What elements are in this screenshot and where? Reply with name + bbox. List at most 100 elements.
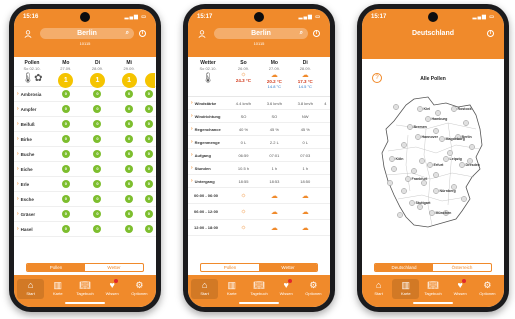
pollen-marker[interactable] [393,104,399,110]
signal-battery-icon: ▂▄▆ ▭ [298,14,321,20]
list-item[interactable]: › Birke 0 0 0 0 [14,132,156,147]
segment-pollen[interactable]: Pollen [201,264,259,271]
tab-wissen[interactable]: ♥ Wissen [273,279,300,299]
list-item[interactable]: › Windstärke 4.4 km/h 3.6 km/h 3.8 km/h 4 [188,97,330,110]
day-column[interactable]: Di 28.09. 1 [82,57,114,88]
germany-map[interactable]: Kiel RostockHamburgBremenBerlinHannover Ma… [376,95,490,231]
tab-start[interactable]: ⌂ Start [17,279,45,299]
pollen-marker[interactable] [433,172,439,178]
day-column[interactable]: So 26.09. ☼ 24.3 °C [228,57,259,96]
pollen-marker[interactable] [443,156,449,162]
list-item[interactable]: › Buche 0 0 0 0 [14,147,156,162]
search-icon: ⌕ [299,30,303,36]
segment-weather[interactable]: Wetter [85,264,143,271]
list-item[interactable]: › Regenchance 40 % 45 % 45 % [188,123,330,136]
tab-tagebuch[interactable]: 📖︎ Tagebuch [245,279,272,299]
segment-weather[interactable]: Wetter [259,264,317,271]
list-item[interactable]: › Ampfer 0 0 0 0 [14,102,156,117]
list-item[interactable]: › Ambrosia 0 0 0 0 [14,87,156,102]
list-item[interactable]: › Windrichtung SO SO NW [188,110,330,123]
list-item[interactable]: › Gräser 0 0 0 0 [14,207,156,222]
pollen-marker[interactable] [401,188,407,194]
pollen-name: Ampfer [20,106,37,112]
list-item[interactable]: › Hasel 0 0 0 0 [14,222,156,237]
info-icon[interactable]: i [139,30,146,37]
tab-wissen[interactable]: ♥ Wissen [99,279,126,299]
pollen-marker[interactable] [427,162,433,168]
list-item[interactable]: › Aufgang 06:59 07:01 07:03 [188,149,330,162]
pollen-marker[interactable] [397,212,403,218]
day-column[interactable]: Di 28.09. ☁ 17.3 °C 14.5 °C [290,57,321,96]
user-icon[interactable] [24,30,32,38]
list-item[interactable]: › Erle 0 0 0 0 [14,177,156,192]
pollen-marker[interactable] [405,176,411,182]
pollen-marker[interactable] [401,142,407,148]
day-column-partial [321,57,330,96]
tab-karte[interactable]: ▥ Karte [218,279,245,299]
city-search-field[interactable]: Berlin ⌕ [40,28,134,39]
pollen-marker[interactable] [409,200,415,206]
list-item[interactable]: › Stunden 10.5 h 1 h 1 h [188,162,330,175]
pollen-marker[interactable] [433,128,439,134]
pollen-marker[interactable] [407,124,413,130]
pollen-marker[interactable] [463,120,469,126]
tab-optionen[interactable]: ⚙ Optionen [300,279,327,299]
pollen-marker[interactable] [459,162,465,168]
pollen-marker[interactable] [391,166,397,172]
segment-austria[interactable]: Österreich [433,264,491,271]
pollen-marker[interactable] [433,188,439,194]
pollen-marker[interactable] [451,106,457,112]
pollen-marker[interactable] [415,134,421,140]
list-item[interactable]: › Beifuß 0 0 0 0 [14,117,156,132]
tab-label: Optionen [479,291,496,296]
pollen-marker[interactable] [419,158,425,164]
city-search-field[interactable]: Berlin ⌕ [214,28,308,39]
list-item[interactable]: › Regenmenge 0 L 2.2 L 0 L [188,136,330,149]
tab-optionen[interactable]: ⚙ Optionen [126,279,153,299]
list-item[interactable]: 06:00 - 12:00 ☼ ☁ ☁ [188,204,330,220]
pollen-marker[interactable] [417,106,423,112]
tab-karte[interactable]: ▥ Karte [392,279,420,299]
weather-name-cell: › Windrichtung [188,113,228,119]
tab-tagebuch[interactable]: 📖︎ Tagebuch [419,279,446,299]
list-item[interactable]: 12:00 - 18:00 ☼ ☁ ☁ [188,220,330,236]
tab-start[interactable]: ⌂ Start [191,279,219,299]
day-column[interactable]: Mo 27.09. 1 [50,57,82,88]
tab-tagebuch[interactable]: 📖︎ Tagebuch [71,279,98,299]
pollen-marker[interactable] [469,144,475,150]
tab-start[interactable]: ⌂ Start [365,279,392,299]
pollen-name-cell: › Ampfer [14,106,50,112]
tab-wissen[interactable]: ♥ Wissen [447,279,474,299]
pollen-marker[interactable] [435,110,441,116]
list-item[interactable]: › Esche 0 0 0 0 [14,192,156,207]
pollen-marker[interactable] [411,168,417,174]
tab-karte[interactable]: ▥ Karte [44,279,71,299]
value-cell: 0 L [302,139,309,145]
level-dot: 0 [125,210,134,218]
level-cell: 0 [113,150,145,158]
day-column[interactable]: Mi 29.09. 1 [113,57,145,88]
pollen-marker[interactable] [447,150,453,156]
level-cell: 0 [50,90,82,98]
user-icon[interactable] [198,30,206,38]
home-indicator[interactable] [239,302,279,304]
pollen-marker[interactable] [429,210,435,216]
pollen-marker[interactable] [425,116,431,122]
pollen-marker[interactable] [387,180,393,186]
list-item[interactable]: › Eiche 0 0 0 0 [14,162,156,177]
city-label: Dresden [466,163,480,167]
home-indicator[interactable] [65,302,105,304]
segment-pollen[interactable]: Pollen [27,264,85,271]
info-icon[interactable]: i [313,30,320,37]
level-cell: 0 [50,135,82,143]
pollen-marker[interactable] [461,196,467,202]
list-item[interactable]: › Untergang 18:55 18:53 18:50 [188,175,330,188]
tab-optionen[interactable]: ⚙ Optionen [474,279,501,299]
home-indicator[interactable] [413,302,453,304]
info-icon[interactable]: i [487,30,494,37]
list-item[interactable]: 00:00 - 06:00 ☼ ☁ ☁ [188,188,330,204]
pollen-marker[interactable] [439,136,445,142]
pollen-marker[interactable] [389,156,395,162]
segment-germany[interactable]: Deutschland [375,264,433,271]
day-column[interactable]: Mo 27.09. ☁ 20.2 °C 14.8 °C [259,57,290,96]
